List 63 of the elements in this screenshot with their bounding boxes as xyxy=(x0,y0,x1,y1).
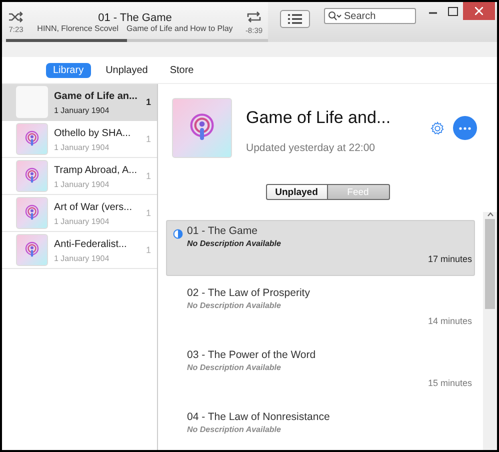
tab[interactable]: Store xyxy=(162,62,201,78)
repeat-icon[interactable] xyxy=(246,10,262,24)
scroll-thumb[interactable] xyxy=(485,219,495,309)
episode-row[interactable]: 01 - The Game No Description Available 17 minutes xyxy=(166,220,475,276)
episode-description: No Description Available xyxy=(186,239,282,248)
episode-duration: 15 minutes xyxy=(428,378,472,388)
podcast-icon xyxy=(23,241,41,259)
scroll-up-icon[interactable] xyxy=(486,212,494,217)
sidebar-item[interactable]: Anti-Federalist... 1 January 1904 1 xyxy=(2,232,157,269)
episode-description: No Description Available xyxy=(186,301,282,310)
maximize-icon xyxy=(448,6,458,16)
tab[interactable]: Library xyxy=(46,62,91,78)
episode-duration: 14 minutes xyxy=(428,316,472,326)
podcast-date: 1 January 1904 xyxy=(54,254,110,262)
episode-description: No Description Available xyxy=(186,363,282,372)
podcast-title: Anti-Federalist... xyxy=(54,238,128,250)
podcast-title: Othello by SHA... xyxy=(54,126,132,140)
close-icon xyxy=(475,7,483,15)
podcast-date: 1 January 1904 xyxy=(54,106,110,114)
list-button[interactable] xyxy=(280,10,310,28)
unplayed-count: 1 xyxy=(146,97,151,107)
podcast-title: Tramp Abroad, A... xyxy=(54,164,138,176)
unplayed-count: 1 xyxy=(146,208,151,218)
ellipsis-icon xyxy=(459,126,471,130)
tab[interactable]: Unplayed xyxy=(98,62,155,78)
sidebar-item[interactable]: Art of War (vers... 1 January 1904 1 xyxy=(2,195,157,232)
podcast-date: 1 January 1904 xyxy=(54,142,110,152)
unplayed-count: 1 xyxy=(146,245,151,255)
settings-icon[interactable] xyxy=(430,120,445,136)
podcast-title: Art of War (vers... xyxy=(54,200,133,214)
unplayed-count: 1 xyxy=(146,134,151,144)
search-input[interactable]: Search xyxy=(344,10,404,22)
episode-title: 03 - The Power of the Word xyxy=(187,349,316,361)
artwork-placeholder xyxy=(16,86,48,118)
scrollbar[interactable] xyxy=(483,212,497,450)
search-field[interactable]: Search xyxy=(324,8,416,24)
episode-duration: 17 minutes xyxy=(428,254,472,264)
episode-title: 04 - The Law of Nonresistance xyxy=(187,411,330,423)
track-album: Game of Life and How to Play xyxy=(126,24,233,32)
search-icon xyxy=(328,11,342,21)
close-button[interactable] xyxy=(463,2,495,20)
track-title: 01 - The Game xyxy=(98,12,172,24)
sidebar-item[interactable]: Othello by SHA... 1 January 1904 1 xyxy=(2,121,157,158)
podcast-icon xyxy=(23,204,41,222)
unplayed-count: 1 xyxy=(146,171,151,181)
episode-title: 02 - The Law of Prosperity xyxy=(187,287,310,299)
episode-description: No Description Available xyxy=(186,425,282,434)
episode-title: 01 - The Game xyxy=(187,225,258,237)
podcast-icon xyxy=(23,130,41,148)
podcast-icon xyxy=(23,167,41,185)
sidebar-item[interactable]: Tramp Abroad, A... 1 January 1904 1 xyxy=(2,158,157,195)
track-artist: HINN, Florence Scovel xyxy=(37,24,119,32)
sidebar-item[interactable]: Game of Life an... 1 January 1904 1 xyxy=(2,84,157,121)
podcast-heading: Game of Life and... xyxy=(246,108,391,128)
updated-text: Updated yesterday at 22:00 xyxy=(246,142,376,154)
podcast-title: Game of Life an... xyxy=(54,90,138,102)
segment-button[interactable]: Unplayed xyxy=(266,184,328,200)
progress-track[interactable] xyxy=(6,39,268,42)
shuffle-icon[interactable] xyxy=(8,10,24,22)
podcast-date: 1 January 1904 xyxy=(54,216,110,226)
list-icon xyxy=(288,14,302,24)
more-button[interactable] xyxy=(453,116,477,140)
podcast-date: 1 January 1904 xyxy=(54,180,110,188)
